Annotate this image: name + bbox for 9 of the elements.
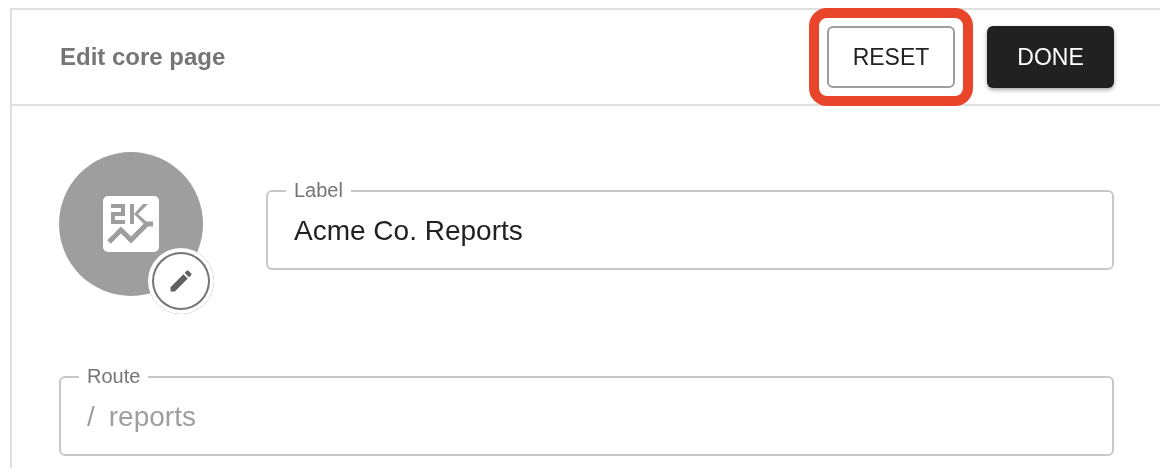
done-button[interactable]: DONE — [987, 26, 1114, 88]
route-prefix: / — [87, 401, 95, 433]
field-value[interactable]: reports — [108, 401, 1092, 433]
field-value[interactable]: Acme Co. Reports — [294, 215, 1092, 247]
route-field[interactable]: Route / reports — [59, 364, 1114, 456]
page-title: Edit core page — [60, 43, 226, 71]
label-field[interactable]: Label Acme Co. Reports — [266, 178, 1114, 270]
chart-icon — [103, 196, 159, 252]
reset-button[interactable]: RESET — [827, 26, 955, 88]
